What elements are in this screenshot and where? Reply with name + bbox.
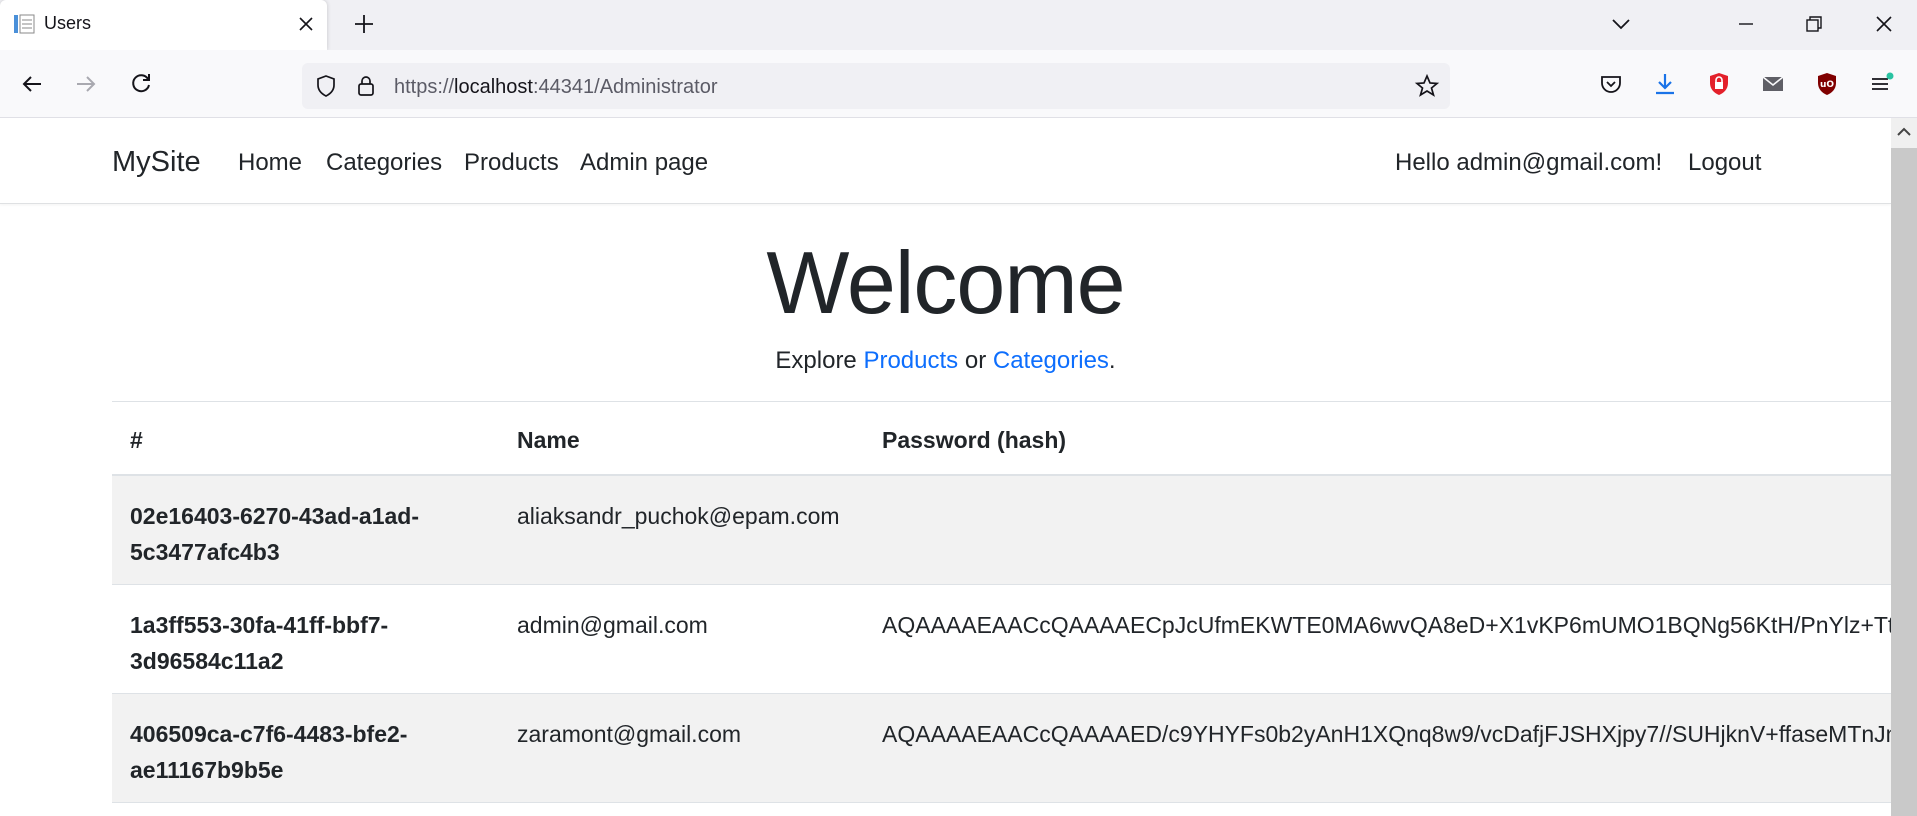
restore-icon[interactable] bbox=[1802, 12, 1826, 36]
explore-suffix: . bbox=[1108, 347, 1116, 374]
forward-icon[interactable] bbox=[73, 71, 99, 97]
password-hash-cell: AQAAAAEAACcQAAAAECpJcUfmEKWTE0MA6wvQA8eD… bbox=[882, 612, 1891, 638]
page-icon bbox=[14, 14, 35, 34]
url-path: :44341/Administrator bbox=[532, 76, 718, 98]
browser-tab-users[interactable]: Users bbox=[0, 0, 327, 50]
page-scrollbar[interactable] bbox=[1891, 118, 1917, 816]
user-name-cell: aliaksandr_puchok@epam.com bbox=[517, 503, 840, 529]
table-row: 406509ca-c7f6-4483-bfe2-ae11167b9b5e zar… bbox=[112, 694, 1891, 803]
tab-title: Users bbox=[44, 13, 92, 33]
url-text[interactable]: https://localhost:44341/Administrator bbox=[394, 76, 718, 99]
table-row: 02e16403-6270-43ad-a1ad-5c3477afc4b3 ali… bbox=[112, 476, 1891, 585]
user-name-cell: zaramont@gmail.com bbox=[517, 721, 742, 747]
ublock-icon[interactable]: uO bbox=[1814, 71, 1840, 97]
or-text: or bbox=[958, 347, 993, 374]
close-tab-icon[interactable] bbox=[296, 14, 316, 34]
site-brand[interactable]: MySite bbox=[112, 146, 201, 179]
user-id-cell: 406509ca-c7f6-4483-bfe2-ae11167b9b5e bbox=[130, 721, 408, 783]
column-header-id: # bbox=[130, 427, 143, 453]
explore-text: Explore Products or Categories. bbox=[0, 347, 1891, 375]
column-header-password: Password (hash) bbox=[882, 427, 1067, 453]
list-all-tabs-icon[interactable] bbox=[1609, 12, 1633, 36]
lock-extension-icon[interactable] bbox=[1706, 71, 1732, 97]
scrollbar-thumb[interactable] bbox=[1891, 148, 1917, 816]
password-hash-cell: AQAAAAEAACcQAAAAED/c9YHYFs0b2yAnH1XQnq8w… bbox=[882, 721, 1891, 747]
column-header-name: Name bbox=[517, 427, 580, 453]
logout-link[interactable]: Logout bbox=[1688, 149, 1761, 177]
explore-prefix: Explore bbox=[775, 347, 864, 374]
url-host: localhost bbox=[454, 76, 533, 98]
scroll-up-arrow-icon[interactable] bbox=[1891, 120, 1917, 144]
reload-icon[interactable] bbox=[128, 71, 154, 97]
users-table: # Name Password (hash) 02e16403-6270-43a… bbox=[112, 401, 1891, 803]
svg-text:uO: uO bbox=[1820, 80, 1834, 90]
new-tab-icon[interactable] bbox=[352, 12, 376, 36]
downloads-icon[interactable] bbox=[1652, 71, 1678, 97]
pocket-icon[interactable] bbox=[1598, 71, 1624, 97]
table-header: # Name Password (hash) bbox=[112, 401, 1891, 476]
nav-admin-page[interactable]: Admin page bbox=[580, 149, 708, 177]
welcome-heading: Welcome bbox=[766, 233, 1125, 332]
lock-icon[interactable] bbox=[354, 74, 378, 98]
categories-link[interactable]: Categories bbox=[993, 347, 1109, 374]
nav-categories[interactable]: Categories bbox=[326, 149, 442, 177]
mail-icon[interactable] bbox=[1760, 71, 1786, 97]
tracking-protection-icon[interactable] bbox=[314, 74, 338, 98]
url-scheme: https:// bbox=[394, 76, 455, 98]
address-bar[interactable]: https://localhost:44341/Administrator bbox=[302, 63, 1450, 109]
menu-icon[interactable] bbox=[1868, 71, 1894, 97]
page-viewport: MySite Home Categories Products Admin pa… bbox=[0, 118, 1891, 816]
user-name-cell: admin@gmail.com bbox=[517, 612, 708, 638]
nav-home[interactable]: Home bbox=[238, 149, 302, 177]
bookmark-star-icon[interactable] bbox=[1414, 73, 1440, 99]
tab-strip: Users bbox=[0, 0, 1917, 50]
back-icon[interactable] bbox=[19, 71, 45, 97]
products-link[interactable]: Products bbox=[863, 347, 958, 374]
site-navbar: MySite Home Categories Products Admin pa… bbox=[0, 118, 1891, 204]
minimize-icon[interactable] bbox=[1734, 12, 1758, 36]
user-greeting[interactable]: Hello admin@gmail.com! bbox=[1395, 149, 1662, 177]
nav-products[interactable]: Products bbox=[464, 149, 559, 177]
user-id-cell: 02e16403-6270-43ad-a1ad-5c3477afc4b3 bbox=[130, 503, 419, 565]
table-row: 1a3ff553-30fa-41ff-bbf7-3d96584c11a2 adm… bbox=[112, 585, 1891, 694]
user-id-cell: 1a3ff553-30fa-41ff-bbf7-3d96584c11a2 bbox=[130, 612, 389, 674]
close-window-icon[interactable] bbox=[1872, 12, 1896, 36]
